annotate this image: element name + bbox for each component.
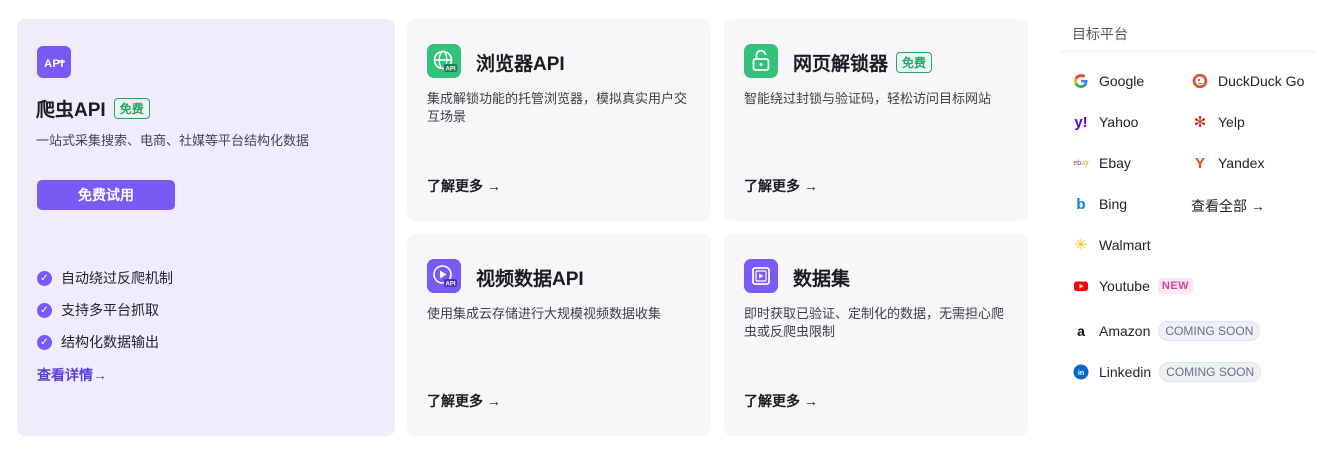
learn-more-link[interactable]: 了解更多 →	[427, 391, 501, 411]
globe-api-icon: API	[427, 44, 461, 78]
coming-soon-badge: COMING SOON	[1159, 362, 1262, 382]
product-title: 数据集	[793, 269, 851, 290]
learn-more-link[interactable]: 了解更多 →	[427, 176, 501, 196]
platform-amazon[interactable]: a Amazon COMING SOON	[1073, 321, 1261, 341]
check-icon: ✓	[37, 334, 52, 350]
coming-soon-badge: COMING SOON	[1158, 321, 1261, 341]
dataset-card[interactable]: 数据集 即时获取已验证、定制化的数据，无需担心爬虫或反爬虫限制 了解更多 →	[724, 234, 1028, 436]
feature-item: ✓ 自动绕过反爬机制	[37, 262, 173, 294]
platform-youtube[interactable]: Youtube NEW	[1073, 278, 1194, 294]
free-badge: 免费	[896, 52, 933, 74]
scraper-title: 爬虫API 免费	[36, 95, 150, 122]
view-all-platforms-link[interactable]: 查看全部 →	[1191, 196, 1265, 216]
ebay-icon: ebay	[1073, 159, 1089, 167]
feature-item: ✓ 结构化数据输出	[37, 326, 173, 358]
svg-text:API: API	[445, 67, 455, 73]
feature-list: ✓ 自动绕过反爬机制 ✓ 支持多平台抓取 ✓ 结构化数据输出	[37, 262, 173, 358]
yandex-icon: Y	[1194, 154, 1205, 172]
target-platforms-header: 目标平台	[1060, 19, 1316, 52]
check-icon: ✓	[37, 302, 52, 318]
linkedin-icon: in	[1073, 364, 1089, 380]
platform-bing[interactable]: b Bing	[1073, 195, 1127, 213]
product-title: 视频数据API	[476, 269, 584, 290]
platform-linkedin[interactable]: in Linkedin COMING SOON	[1073, 362, 1262, 382]
duckduckgo-icon	[1192, 73, 1208, 89]
video-data-api-card[interactable]: API 视频数据API 使用集成云存储进行大规模视频数据收集 了解更多 →	[407, 234, 711, 436]
platform-walmart[interactable]: ✳ Walmart	[1073, 237, 1150, 254]
check-icon: ✓	[37, 270, 52, 286]
learn-more-link[interactable]: 了解更多 →	[744, 391, 818, 411]
new-badge: NEW	[1157, 278, 1194, 294]
svg-text:API: API	[445, 282, 455, 288]
learn-more-link[interactable]: 了解更多 →	[744, 176, 818, 196]
scraper-api-card: API 爬虫API 免费 一站式采集搜索、电商、社媒等平台结构化数据 免费试用 ✓…	[17, 19, 395, 436]
platform-yelp[interactable]: ✻ Yelp	[1192, 114, 1245, 131]
bing-icon: b	[1076, 195, 1086, 213]
google-icon	[1073, 73, 1089, 89]
api-window-icon: API	[37, 46, 71, 78]
platform-duckduckgo[interactable]: DuckDuck Go	[1192, 73, 1304, 89]
platform-yahoo[interactable]: y! Yahoo	[1073, 113, 1138, 131]
walmart-icon: ✳	[1074, 237, 1088, 254]
feature-item: ✓ 支持多平台抓取	[37, 294, 173, 326]
free-badge: 免费	[113, 98, 150, 120]
dataset-icon	[744, 259, 778, 293]
platform-yandex[interactable]: Y Yandex	[1192, 154, 1264, 172]
web-unlocker-card[interactable]: 网页解锁器 免费 智能绕过封锁与验证码，轻松访问目标网站 了解更多 →	[724, 19, 1028, 221]
svg-text:in: in	[1078, 370, 1084, 377]
browser-api-card[interactable]: API 浏览器API 集成解锁功能的托管浏览器，模拟真实用户交互场景 了解更多 …	[407, 19, 711, 221]
platform-ebay[interactable]: ebay Ebay	[1073, 155, 1131, 171]
product-title: 网页解锁器 免费	[793, 49, 933, 76]
scraper-description: 一站式采集搜索、电商、社媒等平台结构化数据	[36, 133, 310, 148]
yelp-icon: ✻	[1193, 114, 1207, 131]
view-details-link[interactable]: 查看详情→	[37, 365, 107, 385]
product-description: 集成解锁功能的托管浏览器，模拟真实用户交互场景	[427, 91, 688, 124]
free-trial-button[interactable]: 免费试用	[37, 180, 175, 210]
platform-google[interactable]: Google	[1073, 73, 1144, 89]
amazon-icon: a	[1077, 323, 1085, 339]
video-api-icon: API	[427, 259, 461, 293]
unlock-icon	[744, 44, 778, 78]
product-description: 使用集成云存储进行大规模视频数据收集	[427, 306, 662, 321]
product-description: 即时获取已验证、定制化的数据，无需担心爬虫或反爬虫限制	[744, 306, 1005, 339]
youtube-icon	[1073, 278, 1089, 294]
product-description: 智能绕过封锁与验证码，轻松访问目标网站	[744, 91, 992, 106]
product-title: 浏览器API	[476, 54, 565, 75]
yahoo-icon: y!	[1074, 113, 1088, 131]
